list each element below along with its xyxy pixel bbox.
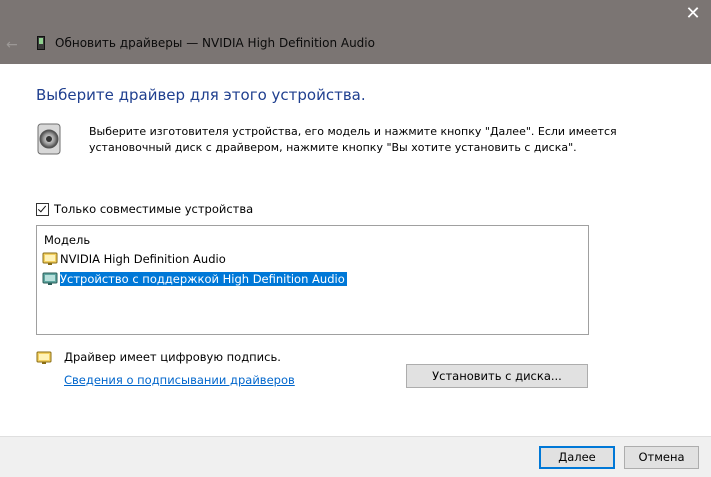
- model-list-item-selected[interactable]: Устройство с поддержкой High Definition …: [42, 270, 348, 287]
- page-heading: Выберите драйвер для этого устройства.: [36, 86, 366, 104]
- signed-driver-icon: [36, 351, 52, 364]
- cancel-button[interactable]: Отмена: [624, 446, 699, 469]
- back-button[interactable]: ←: [6, 36, 26, 54]
- compatible-only-label[interactable]: Только совместимые устройства: [54, 202, 253, 216]
- next-button[interactable]: Далее: [539, 446, 615, 469]
- close-button[interactable]: ✕: [681, 3, 705, 25]
- signature-status: Драйвер имеет цифровую подпись.: [64, 350, 281, 364]
- model-item-label: NVIDIA High Definition Audio: [60, 251, 226, 266]
- update-drivers-window: ✕ ← Обновить драйверы — NVIDIA High Defi…: [0, 0, 711, 477]
- back-arrow-icon: ←: [6, 37, 18, 53]
- title-bar: ✕ ← Обновить драйверы — NVIDIA High Defi…: [0, 0, 711, 64]
- have-disk-button[interactable]: Установить с диска...: [406, 364, 588, 388]
- instructions-line-2: установочный диск с драйвером, нажмите к…: [89, 141, 577, 154]
- instructions-text: Выберите изготовителя устройства, его мо…: [89, 124, 629, 156]
- driver-icon: [42, 252, 58, 265]
- compatible-only-checkbox-row[interactable]: Только совместимые устройства: [36, 202, 253, 216]
- model-item-label: Устройство с поддержкой High Definition …: [59, 270, 348, 287]
- model-list-item[interactable]: NVIDIA High Definition Audio: [42, 250, 226, 267]
- driver-icon: [42, 272, 58, 285]
- device-icon: [37, 36, 45, 50]
- window-title: Обновить драйверы — NVIDIA High Definiti…: [55, 36, 375, 50]
- model-listbox[interactable]: Модель NVIDIA High Definition Audio Устр…: [36, 225, 589, 335]
- driver-signing-link[interactable]: Сведения о подписывании драйверов: [64, 373, 295, 387]
- speaker-icon: [37, 123, 61, 155]
- compatible-only-checkbox[interactable]: [36, 202, 49, 216]
- instructions-line-1: Выберите изготовителя устройства, его мо…: [89, 125, 617, 138]
- close-icon: ✕: [685, 3, 701, 24]
- model-column-header: Модель: [44, 233, 91, 247]
